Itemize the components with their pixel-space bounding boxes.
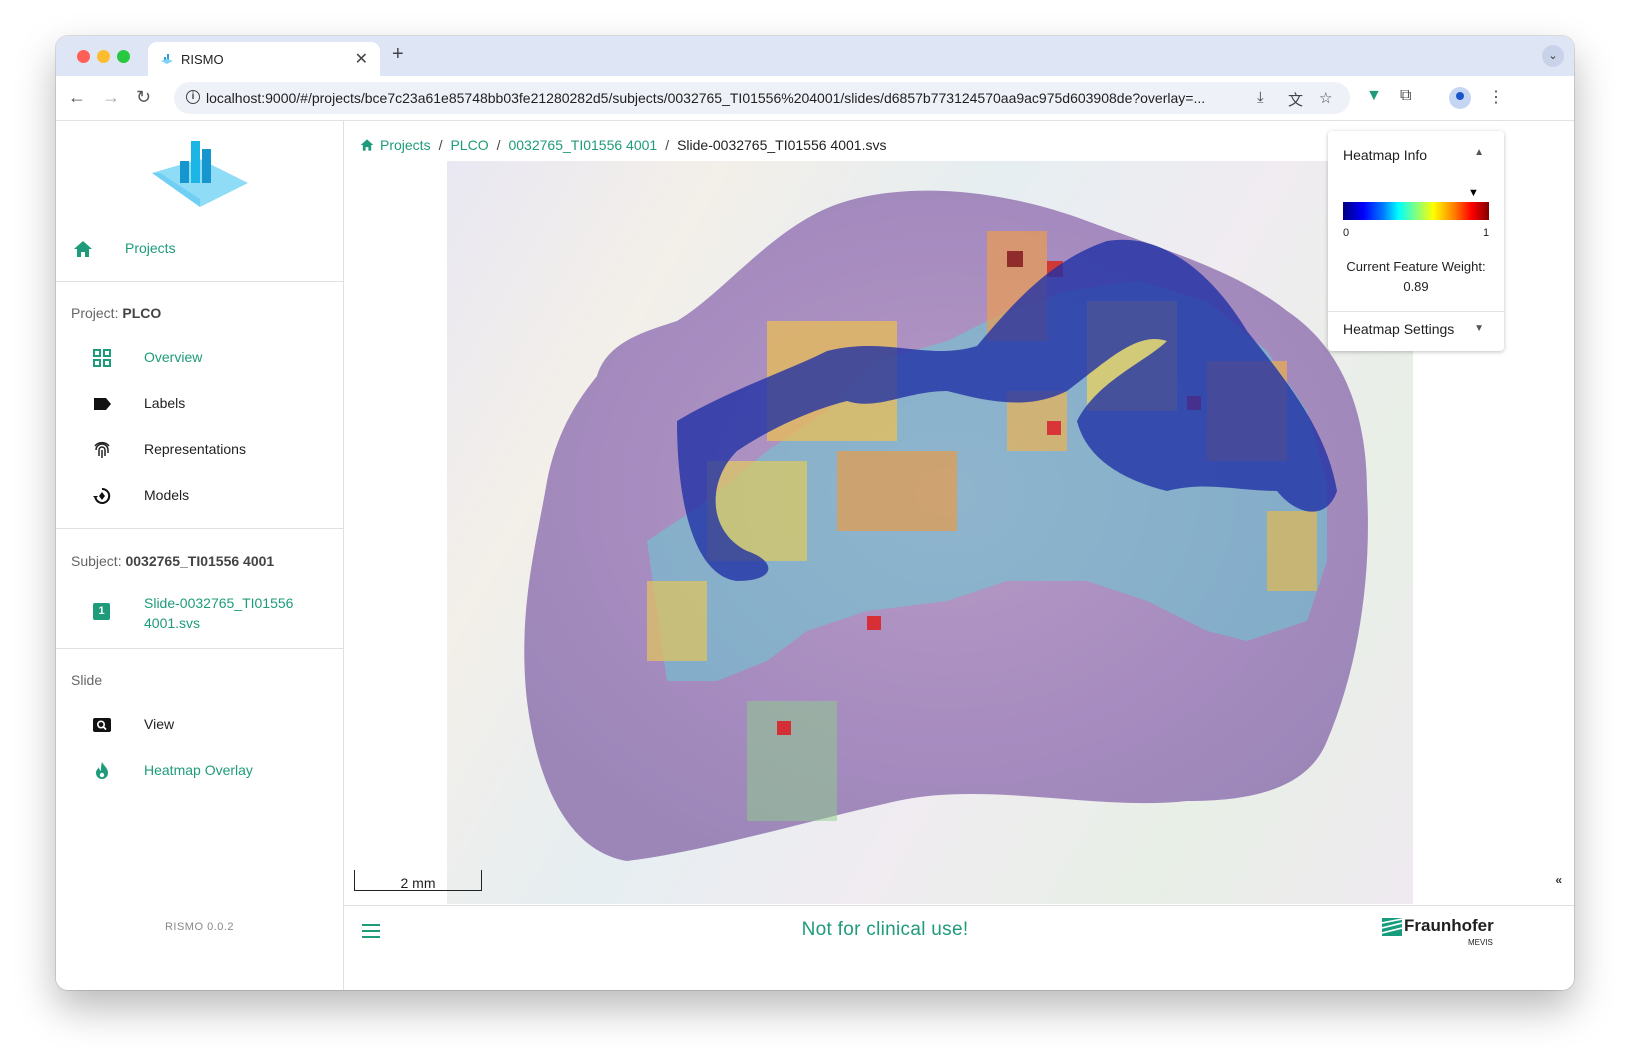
chevron-up-icon[interactable]: ▲ bbox=[1474, 147, 1484, 158]
sidebar-item-label: Representations bbox=[144, 441, 246, 457]
sidebar-item-label: Projects bbox=[125, 240, 176, 256]
rismo-logo bbox=[152, 141, 248, 207]
zoom-window-button[interactable] bbox=[117, 50, 130, 63]
sidebar-item-label: Models bbox=[144, 487, 190, 503]
sidebar-item-projects[interactable]: Projects bbox=[56, 229, 343, 269]
sidebar-item-representations[interactable]: Representations bbox=[56, 430, 343, 470]
grid-icon bbox=[93, 349, 111, 367]
address-bar[interactable]: i localhost:9000/#/projects/bce7c23a61e8… bbox=[174, 82, 1350, 114]
back-icon[interactable]: ← bbox=[68, 87, 86, 108]
heatmap-info-title[interactable]: Heatmap Info bbox=[1343, 147, 1427, 163]
heatmap-settings-title[interactable]: Heatmap Settings bbox=[1343, 321, 1454, 337]
breadcrumb-current: Slide-0032765_TI01556 4001.svs bbox=[677, 137, 887, 153]
chevron-down-icon[interactable]: ▼ bbox=[1474, 323, 1484, 334]
sidebar-item-label: Heatmap Overlay bbox=[144, 762, 253, 778]
url-text[interactable]: localhost:9000/#/projects/bce7c23a61e857… bbox=[206, 90, 1205, 106]
sidebar: Projects Project: PLCO Overview Labels R… bbox=[56, 121, 344, 990]
extensions-puzzle-icon[interactable]: ⧉ bbox=[1400, 87, 1411, 105]
slide-label-line2: 4001.svs bbox=[144, 615, 201, 631]
logo-sub-text: MEVIS bbox=[1468, 938, 1493, 947]
sidebar-item-models[interactable]: Models bbox=[56, 476, 343, 516]
browser-toolbar: ← → ↻ i localhost:9000/#/projects/bce7c2… bbox=[56, 76, 1574, 121]
sidebar-divider bbox=[56, 648, 343, 649]
site-info-icon[interactable]: i bbox=[186, 90, 200, 104]
bookmark-star-icon[interactable]: ☆ bbox=[1319, 89, 1332, 107]
app-root: Projects Project: PLCO Overview Labels R… bbox=[56, 121, 1574, 990]
collapse-panel-button[interactable]: « bbox=[1555, 873, 1562, 887]
breadcrumb-projects[interactable]: Projects bbox=[380, 137, 431, 153]
breadcrumb: Projects / PLCO / 0032765_TI01556 4001 / Slide… bbox=[354, 131, 893, 159]
feature-weight-label: Current Feature Weight: bbox=[1346, 259, 1486, 274]
logo-main-text: Fraunhofer bbox=[1404, 916, 1494, 935]
extension-v-icon[interactable]: ▼ bbox=[1366, 87, 1382, 105]
slide-section-label: Slide bbox=[71, 672, 103, 688]
profile-avatar-icon[interactable] bbox=[1449, 87, 1471, 109]
breadcrumb-separator: / bbox=[496, 137, 501, 153]
slide-canvas[interactable] bbox=[447, 161, 1413, 904]
sidebar-item-label: Labels bbox=[144, 395, 186, 411]
breadcrumb-project[interactable]: PLCO bbox=[450, 137, 488, 153]
sidebar-divider bbox=[56, 281, 343, 282]
breadcrumb-separator: / bbox=[665, 137, 670, 153]
breadcrumb-subject[interactable]: 0032765_TI01556 4001 bbox=[508, 137, 657, 153]
sidebar-item-heatmap-overlay[interactable]: Heatmap Overlay bbox=[56, 751, 343, 791]
heatmap-info-panel: Heatmap Info ▲ ▼ 0 1 Current Feature Wei… bbox=[1328, 131, 1504, 351]
sidebar-item-slide[interactable]: 1 Slide-0032765_TI01556 4001.svs bbox=[56, 587, 343, 643]
label-icon bbox=[94, 398, 111, 410]
app-version: RISMO 0.0.2 bbox=[164, 921, 235, 933]
sidebar-item-labels[interactable]: Labels bbox=[56, 384, 343, 424]
feature-weight-marker-icon: ▼ bbox=[1467, 187, 1479, 199]
tab-search-icon[interactable]: ⌄ bbox=[1542, 45, 1564, 67]
model-icon bbox=[93, 487, 111, 504]
slide-image[interactable] bbox=[447, 161, 1413, 904]
panel-divider bbox=[1328, 311, 1504, 312]
install-app-icon[interactable]: ⤓ bbox=[1257, 89, 1264, 106]
sidebar-item-label: Overview bbox=[144, 349, 203, 365]
new-tab-icon[interactable]: + bbox=[392, 43, 404, 66]
search-view-icon bbox=[93, 718, 111, 732]
slide-viewer[interactable]: Projects / PLCO / 0032765_TI01556 4001 / Slide… bbox=[344, 121, 1574, 904]
browser-tab[interactable]: RISMO ✕ bbox=[148, 42, 380, 76]
project-section-label: Project: PLCO bbox=[71, 305, 162, 321]
translate-icon[interactable]: 文 bbox=[1288, 89, 1303, 110]
sidebar-item-overview[interactable]: Overview bbox=[56, 338, 343, 378]
reload-icon[interactable]: ↻ bbox=[136, 87, 151, 108]
more-menu-icon[interactable]: ⋮ bbox=[1488, 87, 1504, 107]
rismo-favicon-icon bbox=[161, 54, 173, 64]
scale-bar: 2 mm bbox=[354, 870, 482, 891]
slide-badge-icon: 1 bbox=[93, 603, 110, 620]
tab-title: RISMO bbox=[181, 52, 224, 67]
app-footer: Not for clinical use! Fraunhofer MEVIS bbox=[344, 905, 1574, 990]
heatmap-colorbar bbox=[1343, 202, 1489, 220]
forward-icon[interactable]: → bbox=[102, 87, 120, 108]
sidebar-item-view[interactable]: View bbox=[56, 705, 343, 745]
sidebar-item-label: View bbox=[144, 716, 175, 732]
colorbar-min: 0 bbox=[1343, 227, 1350, 239]
fraunhofer-logo: Fraunhofer MEVIS bbox=[1382, 916, 1502, 950]
home-icon bbox=[74, 241, 92, 257]
browser-window: RISMO ✕ + ⌄ ← → ↻ i localhost:9000/#/pro… bbox=[56, 36, 1574, 990]
fingerprint-icon bbox=[94, 441, 110, 458]
minimize-window-button[interactable] bbox=[97, 50, 110, 63]
fraunhofer-mark-icon bbox=[1382, 918, 1402, 936]
feature-weight-value: 0.89 bbox=[1403, 279, 1429, 294]
clinical-warning: Not for clinical use! bbox=[801, 919, 969, 940]
home-icon[interactable] bbox=[360, 138, 374, 152]
flame-icon bbox=[96, 762, 108, 779]
tab-strip: RISMO ✕ + ⌄ bbox=[56, 36, 1574, 76]
close-window-button[interactable] bbox=[77, 50, 90, 63]
colorbar-max: 1 bbox=[1483, 227, 1490, 239]
breadcrumb-separator: / bbox=[438, 137, 443, 153]
sidebar-divider bbox=[56, 528, 343, 529]
close-tab-icon[interactable]: ✕ bbox=[355, 49, 368, 69]
subject-section-label: Subject: 0032765_TI01556 4001 bbox=[71, 553, 275, 569]
slide-label-line1: Slide-0032765_TI01556 bbox=[144, 595, 294, 611]
